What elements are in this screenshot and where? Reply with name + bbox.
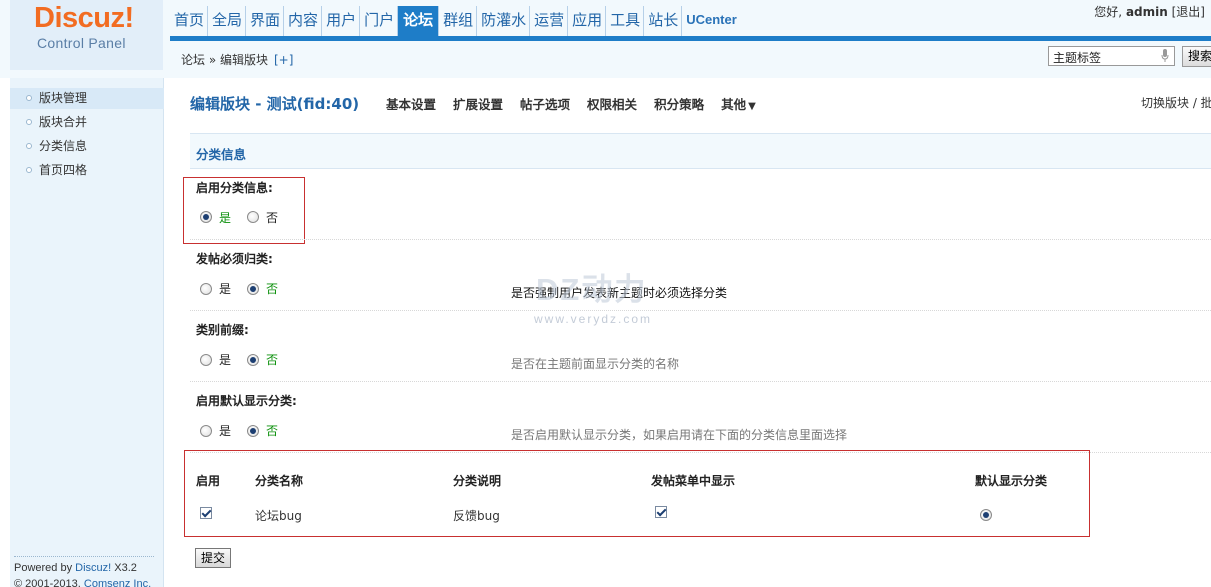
discuz-logo: Discuz! — [34, 2, 134, 34]
nav-founder[interactable]: 站长 — [644, 6, 683, 36]
nav-global[interactable]: 全局 — [208, 6, 247, 36]
user-info: 您好, admin [退出] — [1094, 5, 1205, 19]
sidebar-item-thread-types[interactable]: 分类信息 — [10, 136, 164, 157]
radio-label-no[interactable]: 否 — [266, 422, 278, 439]
search-input[interactable]: 主题标签 — [1048, 46, 1175, 66]
sidebar-divider — [14, 556, 154, 557]
tab-post-options[interactable]: 帖子选项 — [520, 94, 570, 113]
setting-tip: 是否在主题前面显示分类的名称 — [511, 357, 680, 371]
tab-permissions[interactable]: 权限相关 — [587, 94, 637, 113]
microphone-icon[interactable] — [1161, 49, 1169, 63]
top-nav: 首页 全局 界面 内容 用户 门户 论坛 群组 防灌水 运营 应用 工具 站长 … — [170, 6, 740, 36]
setting-label-type-prefix: 类别前缀: — [196, 323, 249, 337]
search-value: 主题标签 — [1053, 51, 1102, 65]
watermark-url: www.verydz.com — [534, 312, 653, 326]
bullet-icon — [26, 119, 32, 125]
sidebar-item-grid[interactable]: 首页四格 — [10, 160, 164, 181]
type-prefix-no-radio[interactable] — [247, 354, 259, 366]
default-show-yes-radio[interactable] — [200, 425, 212, 437]
radio-label-no[interactable]: 否 — [266, 280, 278, 297]
nav-user[interactable]: 用户 — [322, 6, 361, 36]
control-panel-subtitle: Control Panel — [37, 35, 126, 51]
logout-link[interactable]: [退出] — [1172, 5, 1205, 19]
powered-by: Powered by Discuz! X3.2 — [14, 562, 137, 574]
sidebar-item-label: 首页四格 — [39, 163, 88, 177]
switch-forum-link[interactable]: 切换版块 / 批 — [1141, 94, 1211, 111]
nav-portal[interactable]: 门户 — [360, 6, 399, 36]
setting-label-required-type: 发帖必须归类: — [196, 252, 273, 266]
nav-style[interactable]: 界面 — [246, 6, 285, 36]
sidebar-item-label: 版块合并 — [39, 115, 88, 129]
sidebar-item-label: 分类信息 — [39, 139, 88, 153]
sidebar-item-forum-merge[interactable]: 版块合并 — [10, 112, 164, 133]
bullet-icon — [26, 95, 32, 101]
nav-tools[interactable]: 工具 — [606, 6, 645, 36]
page-title: 编辑版块 - 测试(fid:40) — [190, 95, 360, 113]
section-header: 分类信息 — [190, 133, 1211, 169]
sidebar-item-label: 版块管理 — [39, 91, 88, 105]
discuz-link[interactable]: Discuz! — [75, 562, 111, 574]
tab-other[interactable]: 其他 ▼ — [721, 94, 756, 113]
default-show-no-radio[interactable] — [247, 425, 259, 437]
radio-label-yes[interactable]: 是 — [219, 422, 231, 439]
logo-area[interactable]: Discuz! Control Panel — [10, 0, 163, 70]
setting-tip: 是否启用默认显示分类，如果启用请在下面的分类信息里面选择 — [511, 428, 848, 442]
radio-label-yes[interactable]: 是 — [219, 280, 231, 297]
sidebar: 版块管理 版块合并 分类信息 首页四格 Powered by Discuz! X… — [10, 78, 164, 587]
nav-extended[interactable]: 运营 — [530, 6, 569, 36]
dropdown-arrow-icon: ▼ — [748, 101, 756, 112]
breadcrumb: 论坛 » 编辑版块 [+] — [181, 51, 293, 68]
add-shortcut-link[interactable]: [+] — [274, 53, 293, 67]
tab-extend[interactable]: 扩展设置 — [453, 94, 503, 113]
username: admin — [1125, 5, 1168, 19]
nav-ucenter[interactable]: UCenter — [682, 6, 740, 36]
bullet-icon — [26, 167, 32, 173]
breadcrumb-text: 论坛 » 编辑版块 — [181, 53, 268, 67]
bullet-icon — [26, 143, 32, 149]
nav-group[interactable]: 群组 — [439, 6, 478, 36]
tab-basic[interactable]: 基本设置 — [386, 94, 436, 113]
search-button[interactable]: 搜索 — [1182, 46, 1211, 67]
nav-plugin[interactable]: 应用 — [568, 6, 607, 36]
sidebar-item-forum-manage[interactable]: 版块管理 — [10, 88, 164, 109]
tab-credits[interactable]: 积分策略 — [654, 94, 704, 113]
row-divider — [190, 381, 1211, 382]
type-prefix-yes-radio[interactable] — [200, 354, 212, 366]
highlight-box — [183, 177, 305, 244]
radio-label-yes[interactable]: 是 — [219, 351, 231, 368]
required-type-no-radio[interactable] — [247, 283, 259, 295]
nav-home[interactable]: 首页 — [170, 6, 209, 36]
highlight-box — [184, 450, 1090, 537]
settings-tabs: 基本设置 扩展设置 帖子选项 权限相关 积分策略 其他 ▼ — [386, 94, 756, 113]
row-divider — [190, 310, 1211, 311]
required-type-yes-radio[interactable] — [200, 283, 212, 295]
nav-forum[interactable]: 论坛 — [398, 6, 440, 36]
copyright: © 2001-2013, Comsenz Inc. — [14, 578, 151, 587]
setting-tip: 是否强制用户发表新主题时必须选择分类 — [511, 286, 728, 300]
nav-content[interactable]: 内容 — [284, 6, 323, 36]
header: Discuz! Control Panel 首页 全局 界面 内容 用户 门户 … — [0, 0, 1211, 78]
submit-button[interactable]: 提交 — [195, 548, 231, 568]
row-divider — [190, 239, 1211, 240]
comsenz-link[interactable]: Comsenz Inc. — [84, 578, 151, 587]
setting-label-default-show: 启用默认显示分类: — [196, 394, 297, 408]
nav-safe[interactable]: 防灌水 — [477, 6, 531, 36]
main-content: 编辑版块 - 测试(fid:40) 基本设置 扩展设置 帖子选项 权限相关 积分… — [170, 78, 1211, 587]
nav-underline-bar — [170, 36, 1211, 41]
radio-label-no[interactable]: 否 — [266, 351, 278, 368]
section-title: 分类信息 — [196, 147, 247, 162]
